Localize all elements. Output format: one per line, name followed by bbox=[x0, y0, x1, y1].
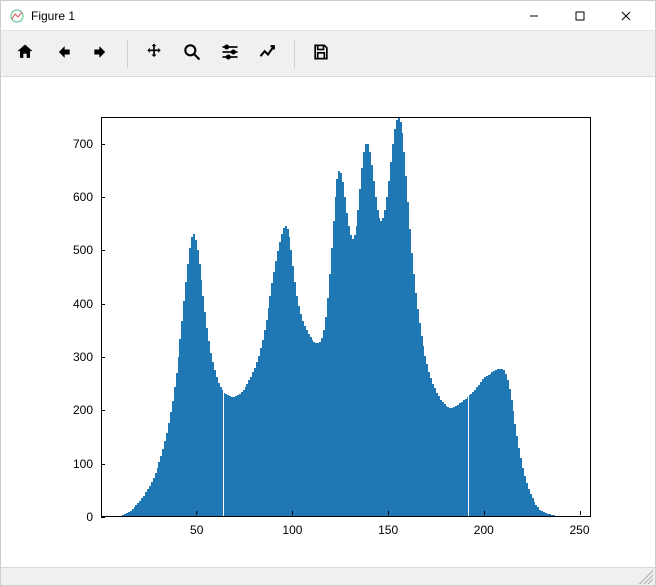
y-tick-label: 400 bbox=[73, 297, 101, 311]
sliders-icon bbox=[220, 42, 240, 65]
forward-button[interactable] bbox=[83, 36, 119, 72]
home-icon bbox=[15, 42, 35, 65]
y-tick-label: 600 bbox=[73, 190, 101, 204]
resize-grip-icon[interactable] bbox=[639, 570, 653, 584]
toolbar-separator bbox=[127, 40, 128, 68]
edit-button[interactable] bbox=[250, 36, 286, 72]
zoom-button[interactable] bbox=[174, 36, 210, 72]
y-tick-label: 100 bbox=[73, 457, 101, 471]
back-button[interactable] bbox=[45, 36, 81, 72]
app-icon bbox=[9, 8, 25, 24]
save-icon bbox=[311, 42, 331, 65]
y-tick-label: 700 bbox=[73, 137, 101, 151]
figure-canvas[interactable]: 0 100 200 300 400 500 600 700 50 100 150 200 250 bbox=[1, 77, 655, 567]
search-icon bbox=[182, 42, 202, 65]
move-icon bbox=[144, 42, 164, 65]
y-tick-label: 200 bbox=[73, 403, 101, 417]
x-tick-label: 250 bbox=[570, 517, 590, 537]
x-tick-label: 200 bbox=[474, 517, 494, 537]
x-tick-label: 50 bbox=[190, 517, 203, 537]
arrow-left-icon bbox=[53, 42, 73, 65]
minimize-button[interactable] bbox=[511, 1, 557, 31]
x-tick-label: 150 bbox=[378, 517, 398, 537]
arrow-right-icon bbox=[91, 42, 111, 65]
axes: 0100200300400500600700 50100150200250 bbox=[101, 117, 591, 517]
x-tick-label: 100 bbox=[282, 517, 302, 537]
y-tick-label: 300 bbox=[73, 350, 101, 364]
maximize-button[interactable] bbox=[557, 1, 603, 31]
subplots-button[interactable] bbox=[212, 36, 248, 72]
toolbar-separator bbox=[294, 40, 295, 68]
home-button[interactable] bbox=[7, 36, 43, 72]
y-tick-label: 500 bbox=[73, 243, 101, 257]
y-tick-label: 0 bbox=[86, 510, 101, 524]
pan-button[interactable] bbox=[136, 36, 172, 72]
chart-line-icon bbox=[258, 42, 278, 65]
titlebar: Figure 1 bbox=[1, 1, 655, 31]
save-button[interactable] bbox=[303, 36, 339, 72]
close-button[interactable] bbox=[603, 1, 649, 31]
statusbar bbox=[1, 567, 655, 585]
window-title: Figure 1 bbox=[31, 9, 75, 23]
toolbar bbox=[1, 31, 655, 77]
